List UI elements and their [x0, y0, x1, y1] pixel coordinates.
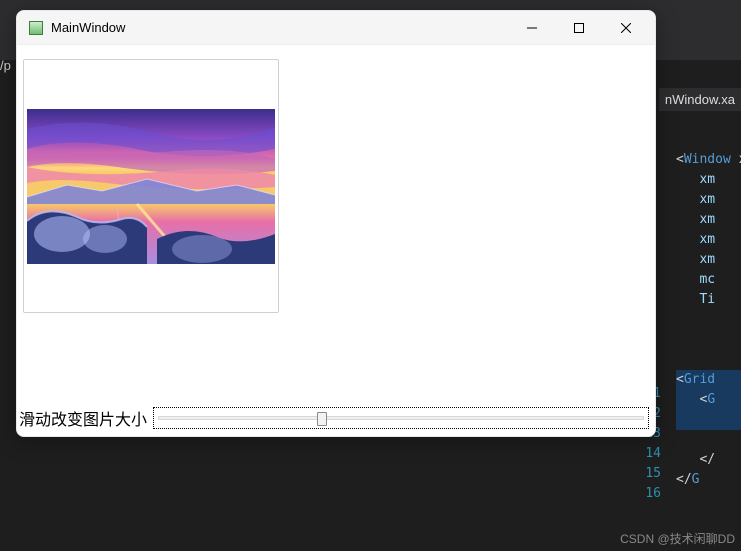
slider-thumb[interactable] — [317, 412, 327, 426]
image-container — [23, 59, 279, 313]
app-icon — [29, 21, 43, 35]
minimize-button[interactable] — [509, 14, 555, 42]
maximize-button[interactable] — [556, 14, 602, 42]
ide-tab-filename[interactable]: nWindow.xa — [659, 88, 741, 111]
ide-filepath: /p — [0, 58, 11, 73]
close-button[interactable] — [603, 14, 649, 42]
window-titlebar[interactable]: MainWindow — [17, 11, 655, 45]
code-editor-fragment[interactable]: <Window x: xm xm xm xm xm mc Ti <Grid <G… — [676, 150, 741, 551]
maximize-icon — [574, 23, 584, 33]
sunset-landscape-image — [27, 109, 275, 264]
window-title: MainWindow — [51, 20, 509, 35]
main-window: MainWindow — [16, 10, 656, 437]
slider-label: 滑动改变图片大小 — [19, 406, 147, 430]
watermark-text: CSDN @技术闲聊DD — [620, 530, 735, 547]
slider-track — [158, 416, 644, 420]
window-client-area: 滑动改变图片大小 — [17, 45, 655, 436]
image-size-slider[interactable] — [153, 407, 649, 429]
close-icon — [621, 23, 631, 33]
minimize-icon — [527, 23, 537, 33]
slider-panel: 滑动改变图片大小 — [19, 405, 649, 431]
